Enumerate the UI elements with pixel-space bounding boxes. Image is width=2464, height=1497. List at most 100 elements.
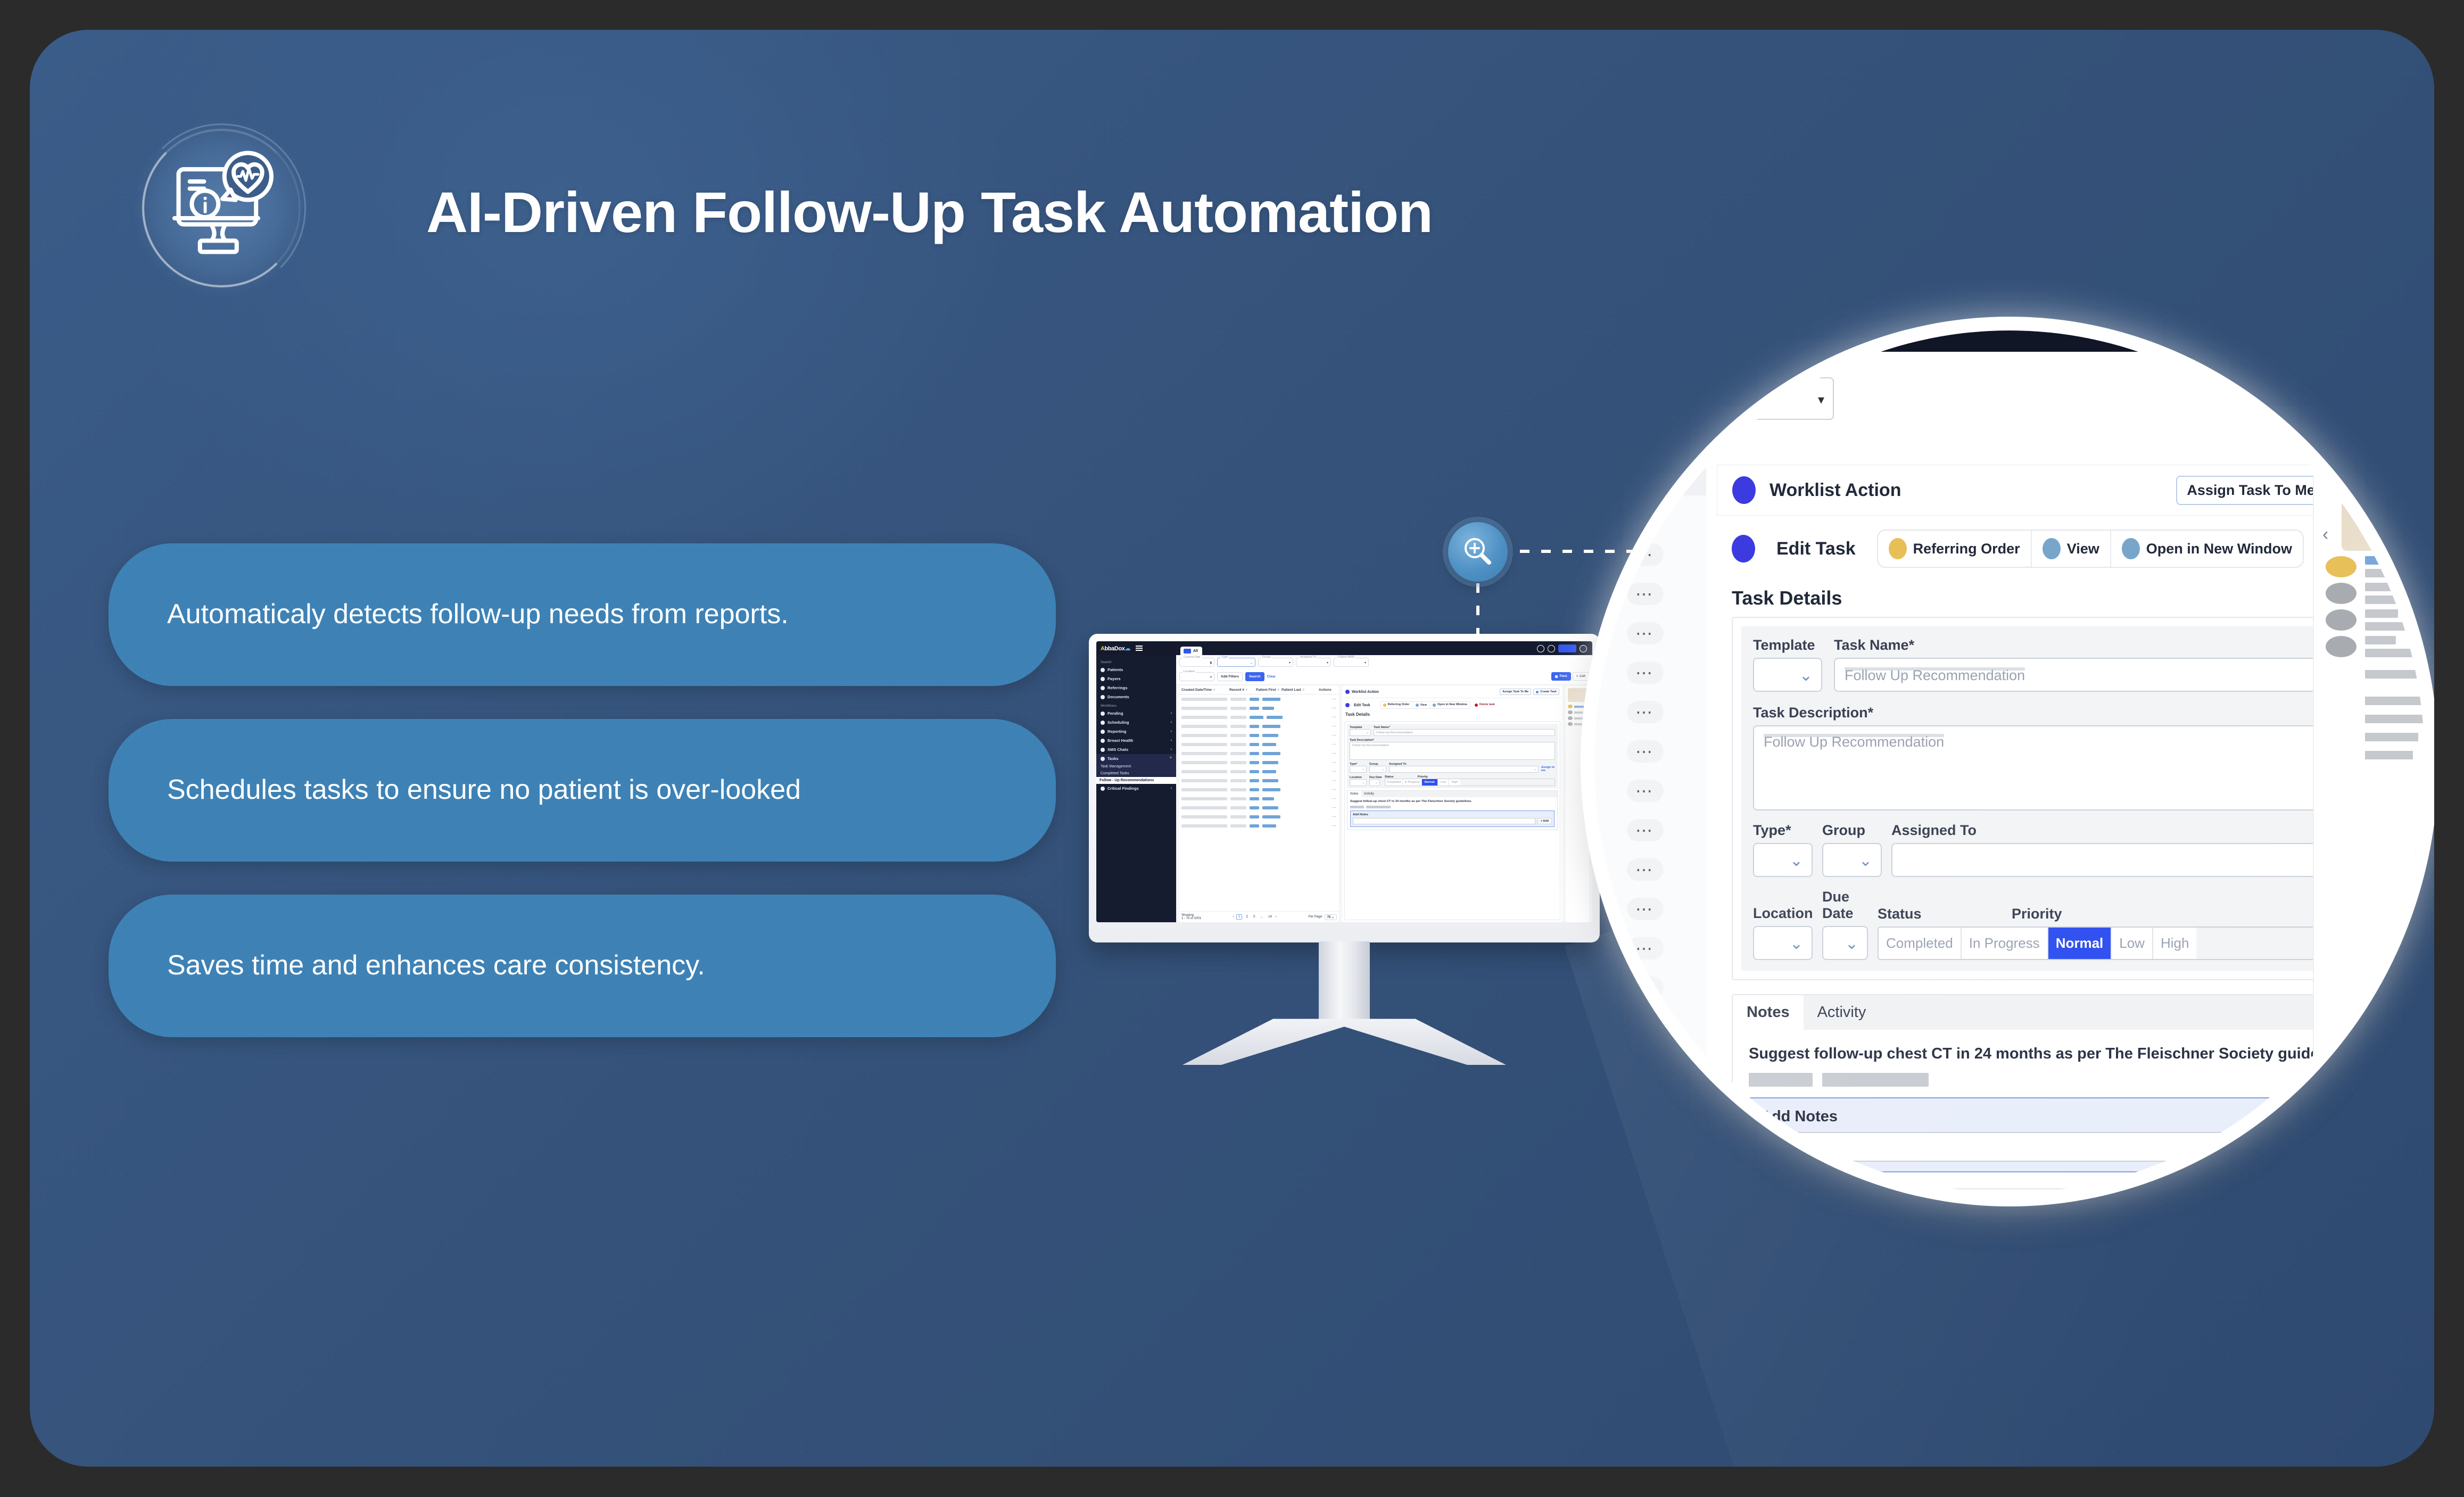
hamburger-menu-icon[interactable] (1136, 646, 1143, 651)
create-task-button[interactable]: Create Task (1533, 689, 1559, 695)
column-record-number[interactable]: Record # ◊ (1229, 688, 1256, 692)
ellipsis-icon[interactable]: ⋯ (1627, 504, 1664, 526)
ellipsis-icon[interactable]: ⋯ (1332, 769, 1337, 774)
sidebar-item-critical-findings[interactable]: Critical Findings › (1096, 784, 1176, 793)
ellipsis-icon[interactable]: ⋯ (1627, 858, 1664, 881)
ellipsis-icon[interactable]: ⋯ (1332, 724, 1337, 729)
clear-link[interactable]: Clear (1267, 675, 1276, 679)
tab-all[interactable]: All (1180, 647, 1202, 655)
open-in-new-window-button[interactable]: Open in New Window (1430, 702, 1470, 708)
current-date-field[interactable]: Current Date ▮ (1179, 656, 1214, 667)
status-completed[interactable]: Completed (1385, 779, 1403, 785)
type-field[interactable]: Type ⌄ (1217, 656, 1255, 667)
ellipsis-icon[interactable]: ⋯ (1627, 977, 1664, 999)
sidebar-item-referrings[interactable]: Referrings (1096, 683, 1176, 692)
table-row[interactable]: ⋯ (1179, 803, 1339, 812)
task-name-input[interactable]: Follow Up Recommendation (1374, 729, 1555, 736)
ellipsis-icon[interactable]: ⋯ (1332, 778, 1337, 783)
sidebar-item-sms-chats[interactable]: SMS Chats › (1096, 745, 1176, 754)
page-2[interactable]: 2 (1244, 915, 1249, 919)
table-row[interactable]: ⋯ (1179, 731, 1339, 740)
view-button[interactable]: View (1413, 702, 1431, 708)
lens-view-button[interactable]: View (2032, 531, 2111, 567)
lens-patient-mnr-field[interactable]: Patient MNR ▾ (1664, 370, 1834, 420)
topbar-primary-button[interactable] (1558, 644, 1576, 652)
lens-group-select[interactable]: ⌄ (1822, 843, 1882, 877)
lens-table-row[interactable]: ⋯ (1594, 732, 1706, 771)
column-created-date[interactable]: Created Date/Time ◊ (1181, 688, 1229, 692)
sidebar-item-documents[interactable]: Documents (1096, 692, 1176, 701)
table-row[interactable]: ⋯ (1179, 694, 1339, 704)
table-row[interactable]: ⋯ (1179, 704, 1339, 713)
ellipsis-icon[interactable]: ⋯ (1332, 715, 1337, 719)
sidebar-item-tasks[interactable]: Tasks ^ (1096, 754, 1176, 763)
lens-assign-task-to-me-button[interactable]: Assign Task To Me (2176, 475, 2326, 505)
lens-table-row[interactable]: ⋯ (1594, 850, 1706, 889)
patient-mnr-field[interactable]: Patient MNR ▾ (1334, 656, 1369, 667)
lens-table-row[interactable]: ⋯ (1594, 574, 1706, 614)
ellipsis-icon[interactable]: ⋯ (1627, 583, 1664, 605)
lens-table-row[interactable]: ⋯ (1594, 653, 1706, 692)
view-toggle-pane[interactable]: ▦ Pane (1551, 672, 1571, 681)
table-row[interactable]: ⋯ (1179, 758, 1339, 767)
group-field[interactable]: Group ▾ (1258, 656, 1293, 667)
topbar-icon-1[interactable] (1537, 644, 1544, 652)
add-filters-button[interactable]: Add Filters (1217, 672, 1243, 681)
sidebar-item-payers[interactable]: Payers (1096, 674, 1176, 683)
ellipsis-icon[interactable]: ⋯ (1332, 787, 1337, 792)
view-toggle-list[interactable]: ≡ List (1572, 672, 1589, 681)
app-logo[interactable]: AbbaDox☁ (1101, 645, 1130, 652)
lens-table-row[interactable]: ⋯ (1594, 535, 1706, 574)
prev-page-icon[interactable]: ‹ (1233, 915, 1234, 919)
table-row[interactable]: ⋯ (1179, 785, 1339, 794)
table-row[interactable]: ⋯ (1179, 794, 1339, 803)
column-patient-last[interactable]: Patient Last ◊ (1281, 688, 1319, 692)
ellipsis-icon[interactable]: ⋯ (1332, 805, 1337, 810)
task-description-input[interactable]: Follow Up Recommendation (1350, 742, 1555, 760)
lens-status-completed[interactable]: Completed (1879, 928, 1962, 959)
assign-task-to-me-button[interactable]: Assign Task To Me (1500, 689, 1532, 695)
location-field[interactable]: Location ▾ (1179, 670, 1214, 681)
lens-table-row[interactable]: ⋯ (1594, 771, 1706, 810)
tab-activity[interactable]: Activity (1361, 791, 1557, 797)
delete-task-button[interactable]: Delete task (1474, 703, 1495, 707)
lens-table-row[interactable]: ⋯ (1594, 810, 1706, 850)
ellipsis-icon[interactable]: ⋯ (1627, 898, 1664, 920)
lens-location-select[interactable]: ⌄ (1753, 926, 1813, 960)
lens-table-row[interactable]: ⋯ (1594, 495, 1706, 535)
sidebar-item-reporting[interactable]: Reporting › (1096, 727, 1176, 736)
lens-status-in-progress[interactable]: In Progress (1961, 928, 2048, 959)
sidebar-item-patients[interactable]: Patients (1096, 665, 1176, 674)
tab-notes[interactable]: Notes (1347, 791, 1361, 797)
ellipsis-icon[interactable]: ⋯ (1332, 706, 1337, 710)
lens-table-row[interactable]: ⋯ (1594, 889, 1706, 929)
ellipsis-icon[interactable]: ⋯ (1332, 823, 1337, 828)
table-row[interactable]: ⋯ (1179, 767, 1339, 776)
ellipsis-icon[interactable]: ⋯ (1627, 622, 1664, 644)
ellipsis-icon[interactable]: ⋯ (1627, 937, 1664, 960)
lens-table-row[interactable]: ⋯ (1594, 614, 1706, 653)
table-row[interactable]: ⋯ (1179, 749, 1339, 758)
lens-priority-low[interactable]: Low (2112, 928, 2153, 959)
table-row[interactable]: ⋯ (1179, 713, 1339, 722)
sidebar-subitem-completed-tasks[interactable]: Completed Tasks (1096, 770, 1176, 777)
priority-low[interactable]: Low (1437, 779, 1449, 785)
referring-order-button[interactable]: Referring Order (1380, 702, 1413, 708)
ellipsis-icon[interactable]: ⋯ (1627, 661, 1664, 684)
ellipsis-icon[interactable]: ⋯ (1627, 543, 1664, 566)
priority-high[interactable]: High (1449, 779, 1460, 785)
ellipsis-icon[interactable]: ⋯ (1332, 733, 1337, 738)
table-row[interactable]: ⋯ (1179, 776, 1339, 785)
sidebar-item-follow-up-recommendations[interactable]: Follow - Up Recommendations (1096, 777, 1176, 784)
ellipsis-icon[interactable]: ⋯ (1332, 814, 1337, 819)
lens-table-row[interactable]: ⋯ (1594, 692, 1706, 732)
lens-due-date-select[interactable]: ⌄ (1822, 926, 1868, 960)
ellipsis-icon[interactable]: ⋯ (1627, 701, 1664, 723)
ellipsis-icon[interactable]: ⋯ (1332, 751, 1337, 756)
add-notes-input[interactable] (1353, 817, 1535, 824)
chevron-left-icon[interactable]: ‹ (2322, 524, 2328, 545)
add-note-button[interactable]: + Add (1537, 817, 1552, 824)
ellipsis-icon[interactable]: ⋯ (1627, 1016, 1664, 1038)
ellipsis-icon[interactable]: ⋯ (1332, 697, 1337, 701)
ellipsis-icon[interactable]: ⋯ (1332, 796, 1337, 801)
